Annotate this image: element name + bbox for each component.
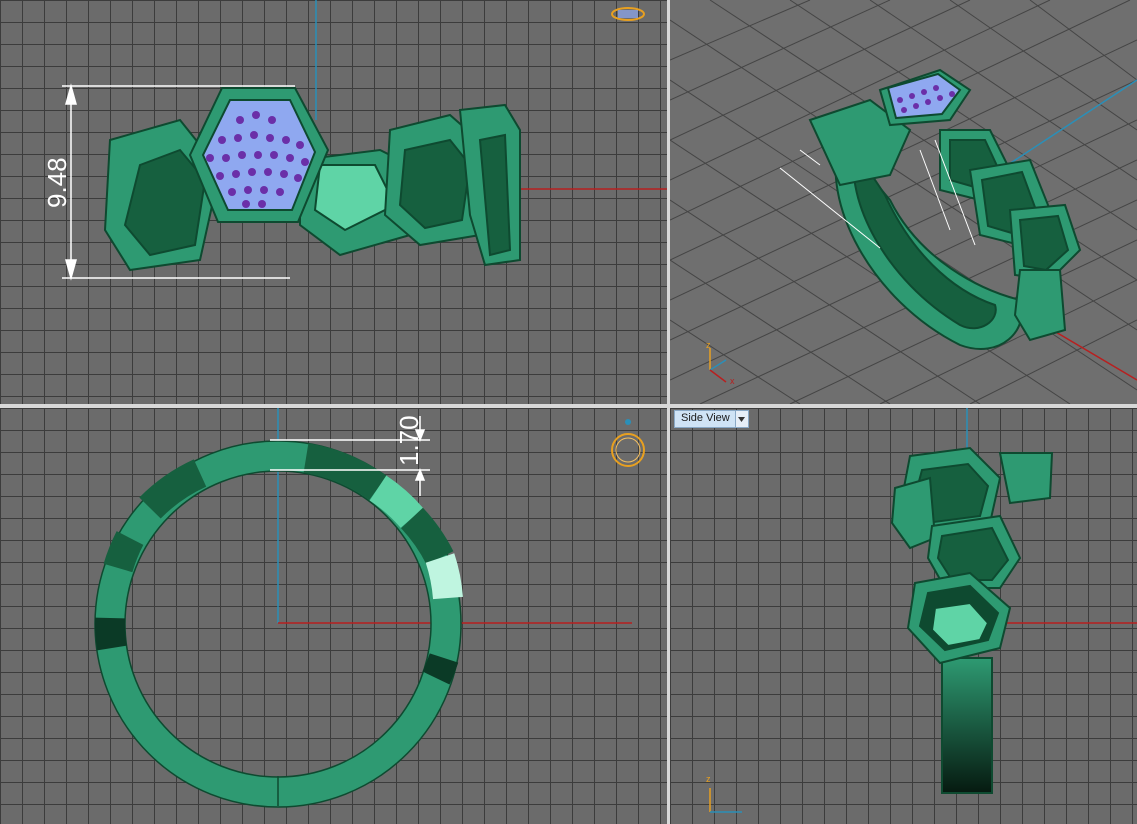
width-dimension-label: 1.70 (394, 415, 424, 466)
height-dimension-label: 9.48 (42, 157, 72, 208)
persp-axis-tripod (709, 348, 727, 383)
ring-front-model (103, 87, 521, 272)
top-viewport[interactable]: 1.70 (0, 408, 667, 824)
front-viewport[interactable]: 9.48 (0, 0, 667, 404)
ring-side-model (890, 446, 1054, 794)
front-view-canvas (62, 0, 667, 281)
side-view-label-menu[interactable]: Side View (674, 410, 749, 428)
side-view-label[interactable]: Side View (675, 411, 735, 427)
perspective-grid (670, 0, 1137, 404)
top-view-canvas (94, 408, 645, 808)
ring-perspective-model (808, 68, 1082, 350)
persp-y-axis (999, 79, 1137, 171)
perspective-viewport[interactable]: z x (670, 0, 1137, 404)
chevron-down-icon[interactable] (734, 411, 748, 427)
side-axis-z-label: z (706, 774, 711, 784)
persp-axis-z-label: z (706, 340, 711, 350)
side-view-canvas (709, 408, 1137, 813)
perspective-view-canvas (670, 0, 1137, 404)
viewport-divider-horizontal[interactable] (0, 404, 1137, 408)
viewcube-north-icon (625, 419, 631, 425)
viewcube-icon[interactable] (608, 4, 648, 24)
side-axis-tripod (709, 788, 742, 813)
viewport-divider-vertical[interactable] (667, 0, 670, 824)
top-viewcube (611, 433, 645, 467)
persp-axis-x-label: x (730, 376, 735, 386)
side-viewport[interactable]: z (670, 408, 1137, 824)
